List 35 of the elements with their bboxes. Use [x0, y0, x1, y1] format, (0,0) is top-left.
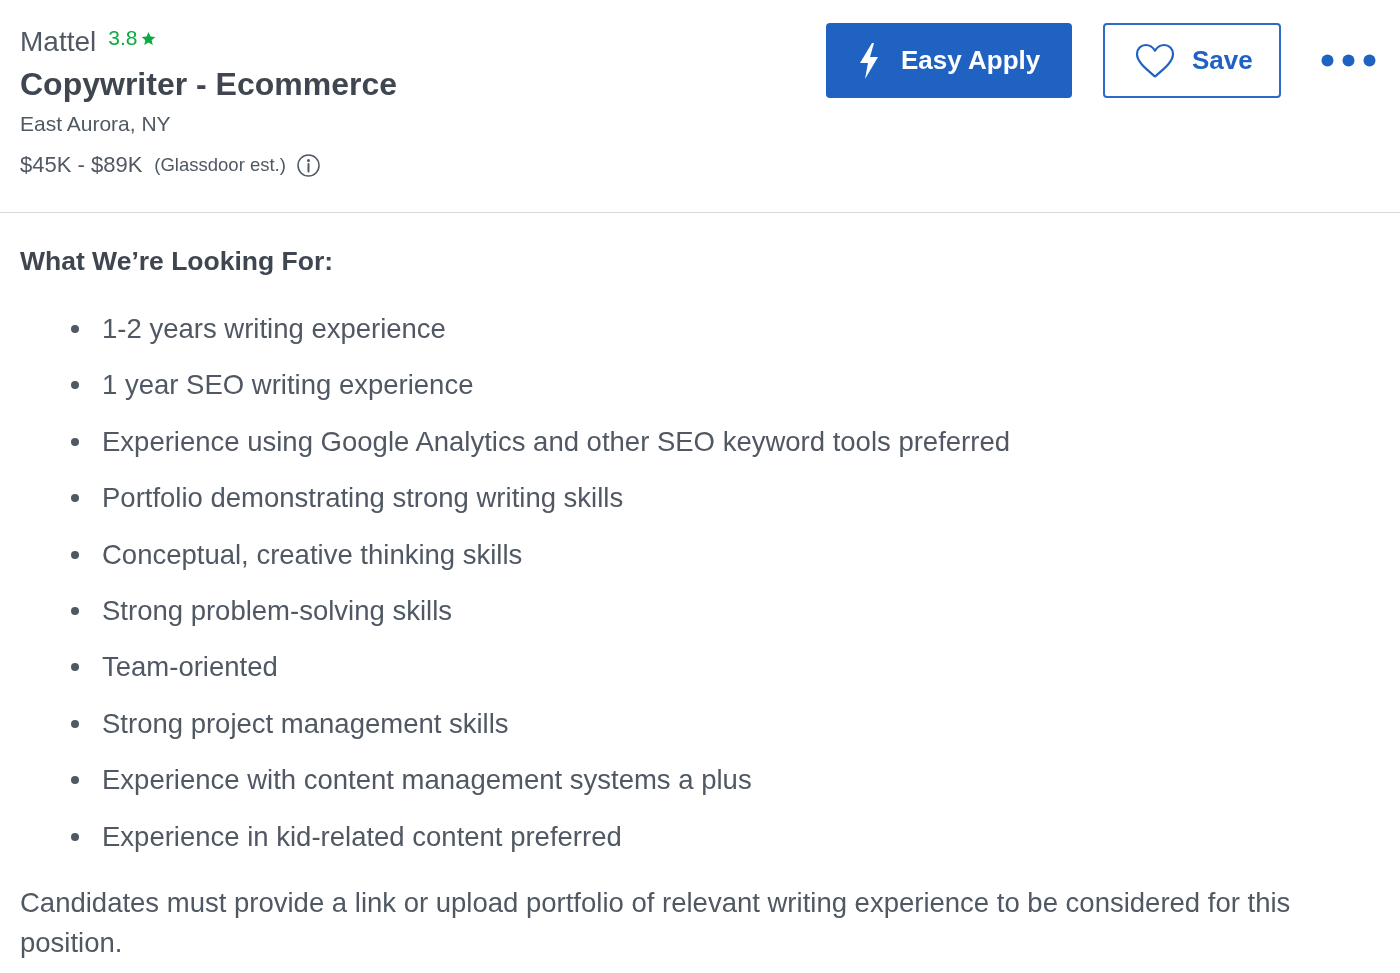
description-paragraph: Candidates must provide a link or upload portfolio of relevant writing experience to be considered for this position. — [20, 885, 1292, 960]
list-item-text: 1 year SEO writing experience — [102, 368, 474, 403]
list-item-text: Experience using Google Analytics and other SEO keyword tools preferred — [102, 424, 1010, 459]
list-item-text: Conceptual, creative thinking skills — [102, 537, 523, 572]
list-item-text: Strong project management skills — [102, 706, 509, 741]
section-heading: What We’re Looking For: — [20, 245, 335, 278]
list-item-text: Portfolio demonstrating strong writing skills — [102, 481, 624, 516]
bullet-icon — [71, 325, 79, 333]
bullet-icon — [71, 437, 79, 446]
bullet-icon — [71, 381, 79, 390]
list-item-text: 1-2 years writing experience — [102, 312, 446, 346]
company-name: Mattel — [20, 26, 97, 58]
rating-text: 3.8 — [108, 26, 138, 50]
info-icon[interactable] — [296, 153, 320, 177]
list-item-text: Experience in kid-related content preferred — [102, 819, 622, 854]
heart-icon — [1135, 42, 1175, 79]
bullet-icon — [71, 832, 79, 841]
lightning-bolt-icon — [858, 42, 880, 79]
bullet-icon — [71, 606, 79, 615]
list-item-text: Experience with content management systems a plus — [102, 763, 752, 798]
save-button[interactable]: Save — [1103, 23, 1281, 98]
list-item-text: Strong problem-solving skills — [102, 593, 452, 628]
list-item-text: Team-oriented — [102, 650, 278, 685]
bullet-icon — [71, 494, 79, 503]
bullet-icon — [71, 776, 79, 785]
salary-range: $45K - $89K — [20, 151, 143, 179]
job-title: Copywriter - Ecommerce — [20, 65, 397, 104]
bullet-icon — [71, 550, 79, 559]
easy-apply-button[interactable]: Easy Apply — [826, 23, 1072, 98]
dots-icon — [1321, 54, 1376, 67]
salary-note: (Glassdoor est.) — [154, 153, 286, 177]
bullet-icon — [71, 663, 79, 672]
star-icon — [141, 30, 157, 46]
bullet-icon — [71, 719, 79, 728]
job-location: East Aurora, NY — [20, 111, 172, 137]
